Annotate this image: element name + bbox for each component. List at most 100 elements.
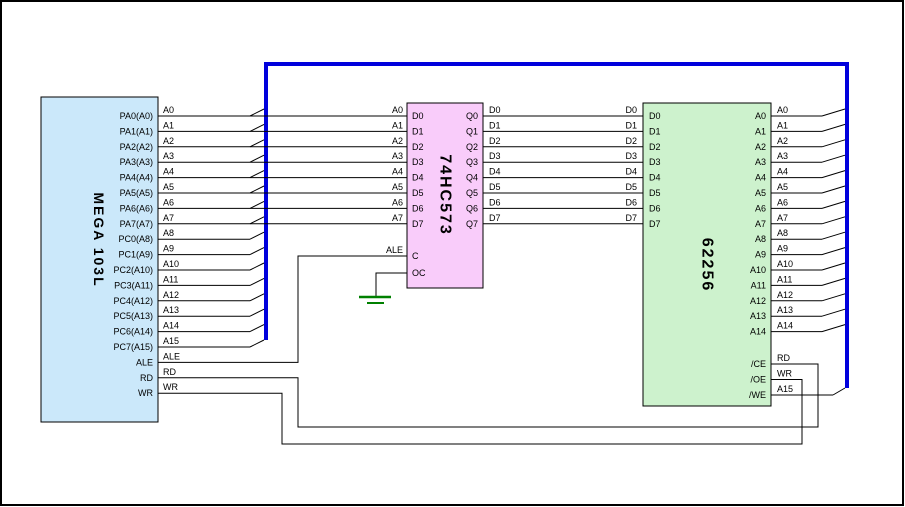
net-label-mcu-A12: A12 [163,290,179,300]
net-label-sramaddr-A14: A14 [777,321,793,331]
pin-latch-Q1: Q1 [466,126,478,136]
pin-mcu-PC7(A15): PC7(A15) [113,342,153,352]
net-label-sramaddr-A8: A8 [777,228,788,238]
net-label-latchin-A2: A2 [392,136,403,146]
pin-mcu-PA3(A3): PA3(A3) [120,157,153,167]
net-label-mcu-A0: A0 [163,105,174,115]
pin-sram-A10: A10 [750,265,766,275]
net-label-mcu-A5: A5 [163,182,174,192]
latch-chip-name: 74HC573 [437,154,454,236]
net-label-sram-WR: WR [777,369,792,379]
net-label-sramin-D5: D5 [625,182,637,192]
pin-mcu-ALE: ALE [136,357,153,367]
net-label-sramaddr-A9: A9 [777,244,788,254]
net-label-mcu-A1: A1 [163,120,174,130]
net-label-sramin-D2: D2 [625,136,637,146]
pin-latch-Q7: Q7 [466,219,478,229]
pin-mcu-PC4(A12): PC4(A12) [113,296,153,306]
pin-latch-D3: D3 [412,157,424,167]
pin-mcu-PC0(A8): PC0(A8) [118,234,153,244]
net-label-mcu-A2: A2 [163,136,174,146]
net-label-sramaddr-A10: A10 [777,259,793,269]
net-label-sramin-D6: D6 [625,197,637,207]
net-label-mcu-A7: A7 [163,213,174,223]
pin-sram-D7: D7 [649,219,661,229]
pin-mcu-PA4(A4): PA4(A4) [120,173,153,183]
net-label-mcu-A4: A4 [163,167,174,177]
net-label-sramin-D7: D7 [625,213,637,223]
pin-mcu-PC3(A11): PC3(A11) [114,280,153,290]
pin-mcu-PA0(A0): PA0(A0) [120,111,153,121]
net-label-sramaddr-A4: A4 [777,167,788,177]
sram-chip-name: 62256 [699,238,716,293]
circuit-schematic: A0 A0 A1 A1 A2 A2 A3 A3 A4 A4 A5 A5 A6 A6 A7 A7 A8 A9 A10 A… [0,0,905,507]
pin-latch-D4: D4 [412,173,424,183]
net-label-sramaddr-A6: A6 [777,197,788,207]
net-label-sramaddr-A11: A11 [777,274,792,284]
pin-sram-D1: D1 [649,126,661,136]
pin-latch-D0: D0 [412,111,424,121]
net-label-latchin-A5: A5 [392,182,403,192]
pin-mcu-WR: WR [138,388,153,398]
net-label-latchout-D4: D4 [489,167,501,177]
net-label-mcu-WR: WR [163,382,178,392]
pin-sram-A6: A6 [755,203,766,213]
mcu-chip-name: MEGA 103L [91,192,107,287]
pin-latch-Q6: Q6 [466,203,478,213]
net-label-sramaddr-A5: A5 [777,182,788,192]
pin-sram-A4: A4 [755,173,766,183]
net-label-latchin-ALE: ALE [386,245,403,255]
pin-latch-D7: D7 [412,219,424,229]
pin-sram-A8: A8 [755,234,766,244]
net-label-mcu-A3: A3 [163,151,174,161]
net-label-latchout-D2: D2 [489,136,501,146]
net-label-mcu-RD: RD [163,367,176,377]
net-label-mcu-A6: A6 [163,197,174,207]
pin-sram-D6: D6 [649,203,661,213]
net-label-mcu-A8: A8 [163,228,174,238]
pin-latch-D5: D5 [412,188,424,198]
net-label-sramin-D1: D1 [625,120,637,130]
net-label-sramaddr-A2: A2 [777,136,788,146]
net-label-latchout-D0: D0 [489,105,501,115]
net-label-sramaddr-A0: A0 [777,105,788,115]
pin-mcu-PA7(A7): PA7(A7) [120,219,153,229]
net-label-sramin-D4: D4 [625,167,637,177]
net-label-mcu-ALE: ALE [163,351,180,361]
pin-sram-D0: D0 [649,111,661,121]
net-label-sram-A15: A15 [777,384,793,394]
pin-latch-D2: D2 [412,142,424,152]
net-label-sramaddr-A1: A1 [777,120,788,130]
net-label-sramaddr-A3: A3 [777,151,788,161]
pin-sram-D5: D5 [649,188,661,198]
net-label-mcu-A9: A9 [163,244,174,254]
pin-sram-A7: A7 [755,219,766,229]
net-label-mcu-A13: A13 [163,305,179,315]
pin-sram-WE: /WE [749,390,766,400]
pin-latch-OC: OC [412,268,426,278]
schematic-canvas: A0 A0 A1 A1 A2 A2 A3 A3 A4 A4 A5 A5 A6 A6 A7 A7 A8 A9 A10 A… [0,0,905,507]
pin-sram-CE: /CE [751,359,766,369]
net-label-latchin-A0: A0 [392,105,403,115]
net-label-sramaddr-A7: A7 [777,213,788,223]
net-label-latchin-A4: A4 [392,167,403,177]
pin-mcu-PA2(A2): PA2(A2) [120,142,153,152]
net-label-latchout-D5: D5 [489,182,501,192]
pin-mcu-PC2(A10): PC2(A10) [113,265,153,275]
pin-sram-D4: D4 [649,173,661,183]
net-label-sramin-D3: D3 [625,151,637,161]
pin-mcu-PC5(A13): PC5(A13) [113,311,153,321]
pin-sram-A14: A14 [750,327,766,337]
pin-mcu-PC1(A9): PC1(A9) [118,250,153,260]
pin-sram-A9: A9 [755,250,766,260]
net-label-mcu-A15: A15 [163,336,179,346]
pin-mcu-PC6(A14): PC6(A14) [113,327,153,337]
net-label-sramin-D0: D0 [625,105,637,115]
pin-latch-Q5: Q5 [466,188,478,198]
pin-mcu-RD: RD [140,373,153,383]
pin-sram-A12: A12 [750,296,766,306]
net-label-mcu-A14: A14 [163,321,179,331]
pin-sram-A11: A11 [751,280,766,290]
pin-sram-D3: D3 [649,157,661,167]
pin-sram-A3: A3 [755,157,766,167]
